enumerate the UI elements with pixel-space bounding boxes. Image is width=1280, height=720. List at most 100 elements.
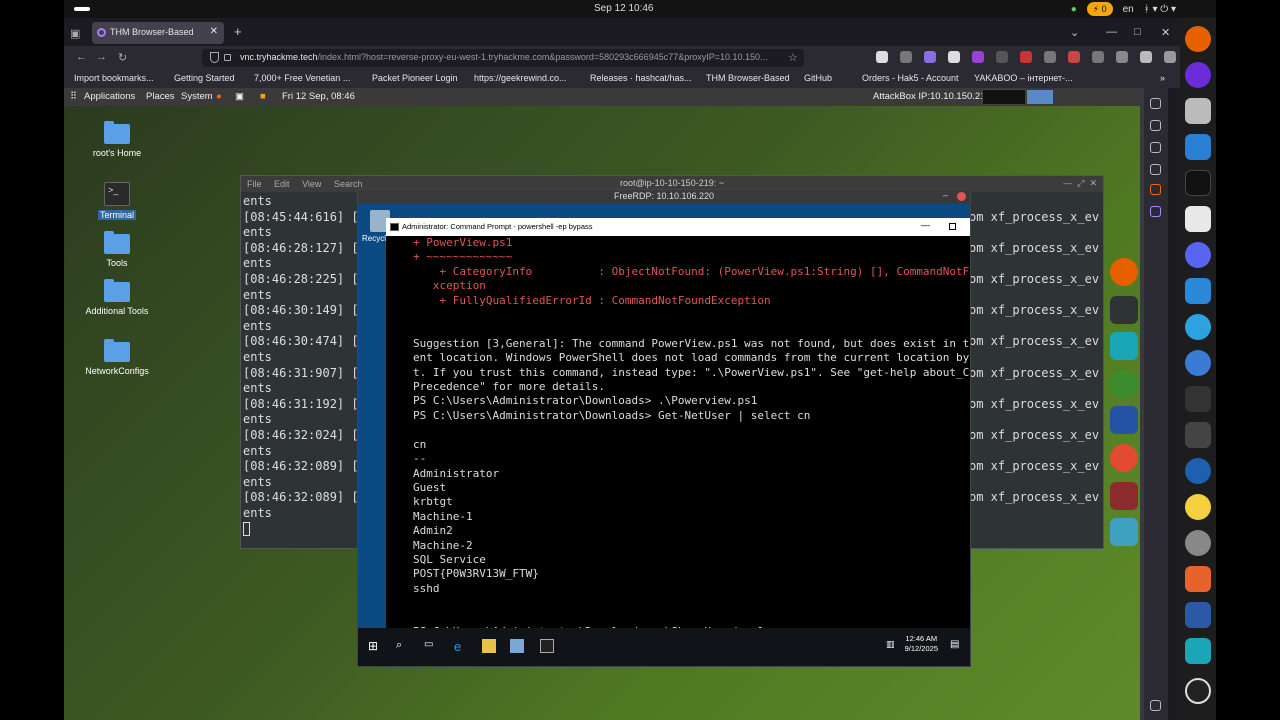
- menu-icon[interactable]: [1164, 51, 1176, 63]
- discord-icon[interactable]: [1185, 242, 1211, 268]
- terminal-window-controls[interactable]: — ⤢ ✕: [1063, 178, 1097, 189]
- settings-icon[interactable]: [1150, 98, 1161, 109]
- maximize-icon[interactable]: □: [1134, 26, 1141, 38]
- menu-edit[interactable]: Edit: [274, 179, 290, 189]
- chevron-right-icon[interactable]: »: [1160, 73, 1165, 83]
- powershell-output[interactable]: + PowerView.ps1 + ~~~~~~~~~~~~~ + Categor…: [386, 236, 970, 636]
- close-tab-icon[interactable]: ✕: [210, 26, 218, 37]
- help-icon[interactable]: [1185, 350, 1211, 376]
- dragon-icon[interactable]: [1110, 482, 1138, 510]
- firefox-launcher-icon[interactable]: ●: [216, 91, 222, 102]
- rocket-icon[interactable]: [1110, 370, 1138, 398]
- desktop-icon-tools[interactable]: Tools: [67, 231, 167, 268]
- star-icon[interactable]: [1150, 164, 1161, 175]
- chevron-down-icon[interactable]: ⌄: [1070, 26, 1079, 39]
- back-icon[interactable]: ←: [76, 51, 87, 63]
- task-view-icon[interactable]: ▭: [424, 639, 438, 653]
- firefox-icon[interactable]: [1110, 258, 1138, 286]
- slack-icon[interactable]: [1185, 206, 1211, 232]
- tray-icons[interactable]: ᚼ ▾ ⏻ ▾: [1144, 4, 1176, 15]
- vnc-desktop[interactable]: ⠿ Applications Places System ● ▣ ■ Fri 1…: [64, 88, 1144, 720]
- lightning-icon[interactable]: [1185, 638, 1211, 664]
- extension-icon[interactable]: [924, 51, 936, 63]
- menu-file[interactable]: File: [247, 179, 262, 189]
- pen-icon[interactable]: [1110, 444, 1138, 472]
- activities-indicator[interactable]: [74, 7, 90, 11]
- system-tray[interactable]: ● ⚡ 0 en ᚼ ▾ ⏻ ▾: [1071, 2, 1176, 16]
- extension-icon[interactable]: [1092, 51, 1104, 63]
- system-clock[interactable]: Sep 12 10:46: [594, 3, 654, 14]
- bookmark-item[interactable]: 7,000+ Free Venetian ...: [254, 73, 350, 83]
- thunderbird-icon[interactable]: [1185, 458, 1211, 484]
- ubuntu-icon[interactable]: [1185, 678, 1211, 704]
- lock-icon[interactable]: [224, 54, 231, 61]
- freerdp-window[interactable]: FreeRDP: 10.10.106.220 – Recycl Administ…: [357, 189, 971, 667]
- bookmark-star-icon[interactable]: ☆: [788, 51, 798, 64]
- shield-icon[interactable]: ●: [1071, 4, 1077, 15]
- metasploit-icon[interactable]: [1110, 406, 1138, 434]
- bookmark-item[interactable]: Packet Pioneer Login: [372, 73, 458, 83]
- files-icon[interactable]: [1185, 98, 1211, 124]
- extension-icon[interactable]: [1150, 184, 1161, 195]
- wireshark-icon[interactable]: [1185, 602, 1211, 628]
- bookmark-item[interactable]: YAKABOO – інтернет-...: [974, 73, 1073, 83]
- extension-icon[interactable]: [1068, 51, 1080, 63]
- tab-list-icon[interactable]: ▣: [70, 27, 80, 40]
- browser-tab[interactable]: THM Browser-Based ✕: [92, 22, 224, 44]
- telegram-icon[interactable]: [1185, 314, 1211, 340]
- server-manager-icon[interactable]: [510, 639, 524, 653]
- lightning-icon[interactable]: [1110, 332, 1138, 360]
- extension-icon[interactable]: [972, 51, 984, 63]
- reload-icon[interactable]: ↻: [118, 51, 127, 64]
- file-explorer-icon[interactable]: [482, 639, 496, 653]
- desktop-icon-networkconfigs[interactable]: NetworkConfigs: [67, 339, 167, 376]
- bookmark-item[interactable]: Getting Started: [174, 73, 235, 83]
- extension-icon[interactable]: [948, 51, 960, 63]
- bookmark-item[interactable]: THM Browser-Based: [706, 73, 790, 83]
- keyboard-layout[interactable]: en: [1123, 4, 1134, 15]
- internet-explorer-icon[interactable]: e: [454, 639, 468, 654]
- bookmark-item[interactable]: Import bookmarks...: [74, 73, 154, 83]
- menu-system[interactable]: System: [181, 91, 213, 102]
- extension-icon[interactable]: [1116, 51, 1128, 63]
- menu-applications[interactable]: Applications: [84, 91, 135, 102]
- extension-icon[interactable]: [1150, 206, 1161, 217]
- maximize-icon[interactable]: [949, 223, 956, 230]
- bookmark-item[interactable]: https://geekrewind.co...: [474, 73, 567, 83]
- desktop-icon-terminal[interactable]: >_ Terminal: [67, 182, 167, 220]
- powershell-titlebar[interactable]: Administrator: Command Prompt - powershe…: [386, 218, 970, 236]
- windows-desktop[interactable]: Recycl Administrator: Command Prompt - p…: [358, 204, 970, 666]
- new-tab-icon[interactable]: +: [234, 24, 242, 39]
- bookmark-item[interactable]: Releases · hashcat/has...: [590, 73, 692, 83]
- terminal-icon[interactable]: [1110, 296, 1138, 324]
- menu-places[interactable]: Places: [146, 91, 175, 102]
- apps-grid-icon[interactable]: ⠿: [70, 91, 77, 102]
- rhythmbox-icon[interactable]: [1185, 494, 1211, 520]
- bookmark-item[interactable]: Orders - Hak5 - Account: [862, 73, 959, 83]
- extension-icon[interactable]: [996, 51, 1008, 63]
- minimize-icon[interactable]: —: [921, 220, 930, 230]
- burp-launcher-icon[interactable]: ■: [260, 91, 266, 102]
- power-mode-pill[interactable]: ⚡ 0: [1086, 2, 1113, 16]
- terminal-icon[interactable]: [1185, 386, 1211, 412]
- terminal-launcher-icon[interactable]: ▣: [235, 91, 244, 102]
- bookmarks-icon[interactable]: [1150, 120, 1161, 131]
- tracking-shield-icon[interactable]: [210, 52, 219, 63]
- bookmark-item[interactable]: GitHub: [804, 73, 832, 83]
- powershell-window[interactable]: Administrator: Command Prompt - powershe…: [386, 218, 970, 636]
- close-window-icon[interactable]: ✕: [1161, 26, 1170, 39]
- app-icon[interactable]: [1185, 62, 1211, 88]
- tradingview-icon[interactable]: [1185, 170, 1211, 196]
- app-center-icon[interactable]: [1185, 566, 1211, 592]
- extension-icon[interactable]: [1044, 51, 1056, 63]
- history-icon[interactable]: [1150, 142, 1161, 153]
- extension-icon[interactable]: [1020, 51, 1032, 63]
- extension-icon[interactable]: [1140, 51, 1152, 63]
- firefox-icon[interactable]: [1185, 26, 1211, 52]
- desktop-icon-additional-tools[interactable]: Additional Tools: [67, 279, 167, 316]
- docs-icon[interactable]: [1185, 134, 1211, 160]
- minimize-icon[interactable]: –: [943, 190, 948, 200]
- clock-icon[interactable]: [1185, 530, 1211, 556]
- gear-icon[interactable]: [1150, 700, 1161, 711]
- shark-icon[interactable]: [1110, 518, 1138, 546]
